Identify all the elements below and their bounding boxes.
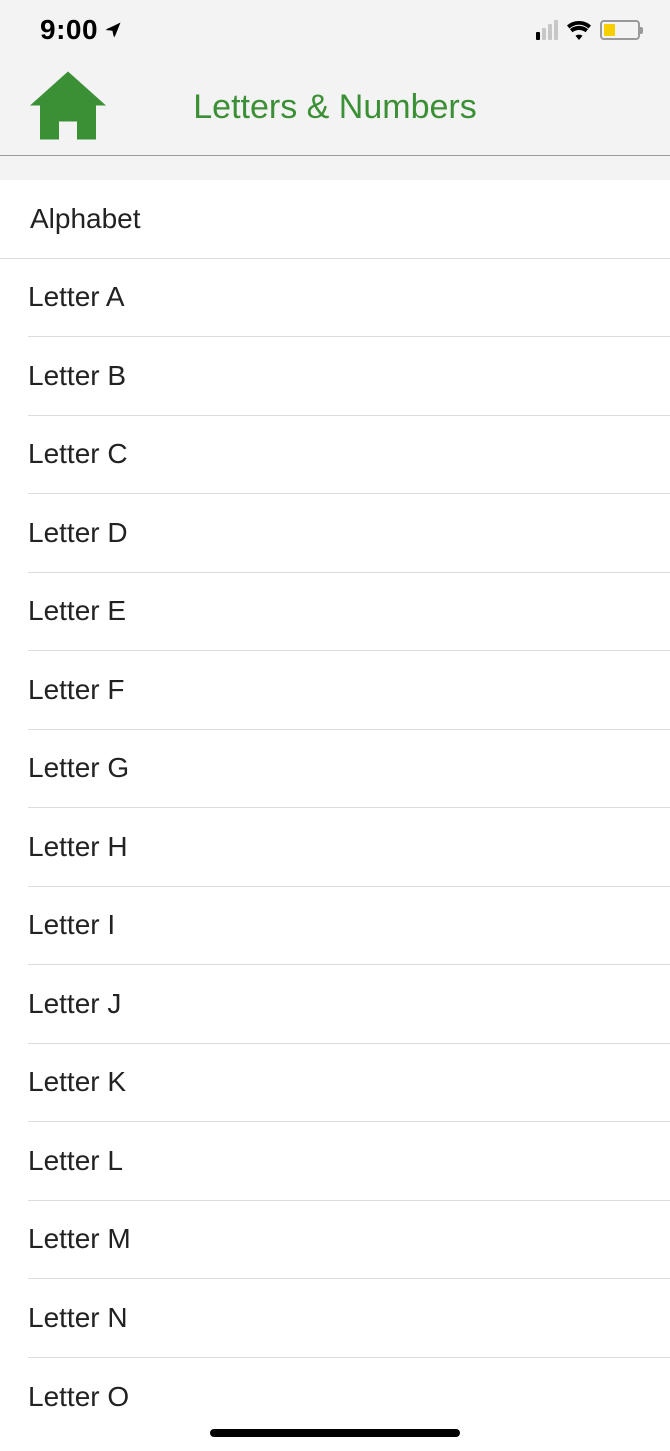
list-item-label: Letter E xyxy=(28,595,126,627)
location-icon xyxy=(104,21,122,39)
list-item[interactable]: Letter H xyxy=(28,808,670,887)
home-icon xyxy=(30,71,106,139)
page-title: Letters & Numbers xyxy=(193,88,476,127)
list-item-label: Letter G xyxy=(28,752,129,784)
status-bar: 9:00 xyxy=(0,0,670,60)
list-item[interactable]: Letter M xyxy=(28,1201,670,1280)
list-item-label: Letter K xyxy=(28,1066,126,1098)
list-item-label: Letter A xyxy=(28,281,125,313)
list-item-label: Letter H xyxy=(28,831,128,863)
list-item-label: Letter O xyxy=(28,1381,129,1413)
list-item[interactable]: Letter A xyxy=(28,259,670,338)
list-item-label: Letter N xyxy=(28,1302,128,1334)
list-item-label: Letter M xyxy=(28,1223,131,1255)
home-button[interactable] xyxy=(30,71,106,144)
home-indicator[interactable] xyxy=(210,1429,460,1437)
list-item[interactable]: Letter K xyxy=(28,1044,670,1123)
list[interactable]: Alphabet Letter A Letter B Letter C Lett… xyxy=(0,180,670,1436)
list-item[interactable]: Letter C xyxy=(28,416,670,495)
list-item[interactable]: Letter J xyxy=(28,965,670,1044)
wifi-icon xyxy=(566,20,592,40)
status-right xyxy=(536,20,640,40)
battery-icon xyxy=(600,20,640,40)
status-time: 9:00 xyxy=(40,14,98,46)
list-item[interactable]: Letter D xyxy=(28,494,670,573)
spacer xyxy=(0,156,670,180)
list-item[interactable]: Letter B xyxy=(28,337,670,416)
list-item-label: Letter I xyxy=(28,909,115,941)
list-item-label: Alphabet xyxy=(30,203,141,235)
list-item[interactable]: Letter O xyxy=(28,1358,670,1437)
nav-bar: Letters & Numbers xyxy=(0,60,670,156)
list-item[interactable]: Alphabet xyxy=(0,180,670,259)
list-item-label: Letter C xyxy=(28,438,128,470)
list-item[interactable]: Letter L xyxy=(28,1122,670,1201)
status-left: 9:00 xyxy=(40,14,122,46)
list-item[interactable]: Letter F xyxy=(28,651,670,730)
list-item-label: Letter L xyxy=(28,1145,123,1177)
list-item-label: Letter B xyxy=(28,360,126,392)
list-item[interactable]: Letter N xyxy=(28,1279,670,1358)
list-item-label: Letter J xyxy=(28,988,121,1020)
list-item-label: Letter F xyxy=(28,674,124,706)
list-item[interactable]: Letter E xyxy=(28,573,670,652)
list-item-label: Letter D xyxy=(28,517,128,549)
list-item[interactable]: Letter I xyxy=(28,887,670,966)
cellular-signal-icon xyxy=(536,20,558,40)
list-item[interactable]: Letter G xyxy=(28,730,670,809)
